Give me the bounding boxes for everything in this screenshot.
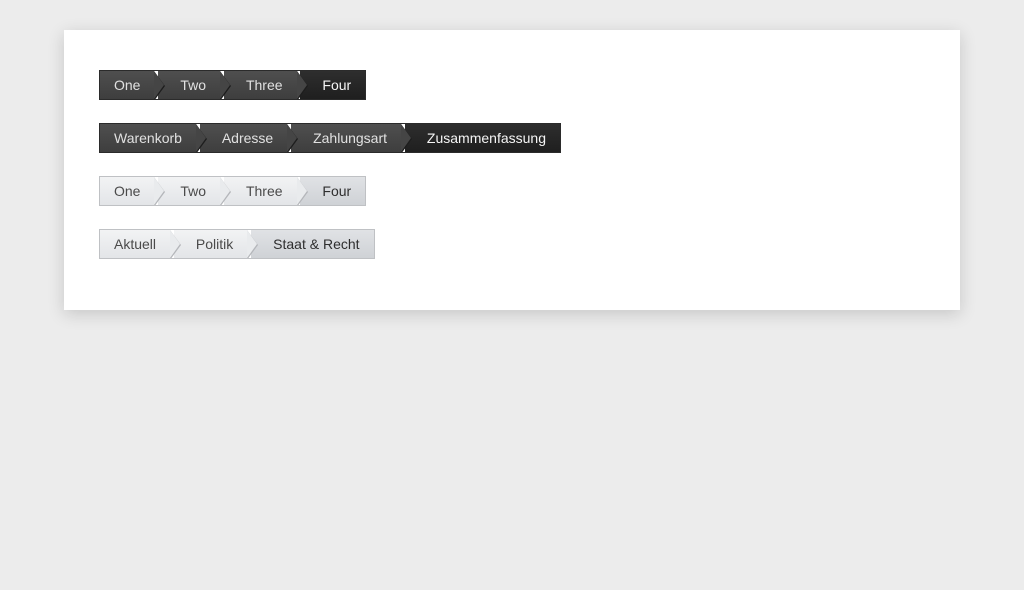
breadcrumb-label: Two bbox=[180, 77, 206, 93]
breadcrumb-label: Four bbox=[322, 77, 351, 93]
breadcrumb-label: Zahlungsart bbox=[313, 130, 387, 146]
breadcrumb-step[interactable]: Adresse bbox=[200, 124, 287, 152]
breadcrumb-label: Three bbox=[246, 77, 283, 93]
breadcrumb-row: One Two Three Four bbox=[99, 70, 925, 103]
breadcrumb-label: Adresse bbox=[222, 130, 273, 146]
breadcrumb-label: Staat & Recht bbox=[273, 236, 359, 252]
breadcrumb-step-active[interactable]: Four bbox=[300, 177, 365, 205]
breadcrumb-dark-numeric: One Two Three Four bbox=[99, 70, 366, 100]
breadcrumb-step[interactable]: Zahlungsart bbox=[291, 124, 401, 152]
breadcrumb-light-numeric: One Two Three Four bbox=[99, 176, 366, 206]
breadcrumb-step[interactable]: Three bbox=[224, 177, 297, 205]
breadcrumb-step[interactable]: One bbox=[100, 177, 154, 205]
breadcrumb-step-active[interactable]: Four bbox=[300, 71, 365, 99]
breadcrumb-row: Aktuell Politik Staat & Recht bbox=[99, 229, 925, 262]
breadcrumb-label: Zusammenfassung bbox=[427, 130, 546, 146]
breadcrumb-label: One bbox=[114, 77, 140, 93]
breadcrumb-step[interactable]: Aktuell bbox=[100, 230, 170, 258]
breadcrumb-label: Three bbox=[246, 183, 283, 199]
breadcrumb-step[interactable]: One bbox=[100, 71, 154, 99]
breadcrumb-row: One Two Three Four bbox=[99, 176, 925, 209]
breadcrumb-label: Warenkorb bbox=[114, 130, 182, 146]
breadcrumb-step[interactable]: Warenkorb bbox=[100, 124, 196, 152]
panel-content: One Two Three Four Warenkorb Adresse Zah… bbox=[64, 30, 960, 312]
breadcrumb-step[interactable]: Two bbox=[158, 71, 220, 99]
breadcrumb-step[interactable]: Three bbox=[224, 71, 297, 99]
breadcrumb-step-active[interactable]: Zusammenfassung bbox=[405, 124, 560, 152]
breadcrumb-row: Warenkorb Adresse Zahlungsart Zusammenfa… bbox=[99, 123, 925, 156]
breadcrumb-light-news: Aktuell Politik Staat & Recht bbox=[99, 229, 375, 259]
breadcrumb-label: Politik bbox=[196, 236, 233, 252]
breadcrumb-label: Four bbox=[322, 183, 351, 199]
breadcrumb-step[interactable]: Politik bbox=[174, 230, 247, 258]
breadcrumb-label: Two bbox=[180, 183, 206, 199]
breadcrumb-step-active[interactable]: Staat & Recht bbox=[251, 230, 373, 258]
breadcrumb-label: Aktuell bbox=[114, 236, 156, 252]
breadcrumb-step[interactable]: Two bbox=[158, 177, 220, 205]
breadcrumb-dark-checkout: Warenkorb Adresse Zahlungsart Zusammenfa… bbox=[99, 123, 561, 153]
breadcrumb-label: One bbox=[114, 183, 140, 199]
demo-panel: One Two Three Four Warenkorb Adresse Zah… bbox=[64, 30, 960, 310]
